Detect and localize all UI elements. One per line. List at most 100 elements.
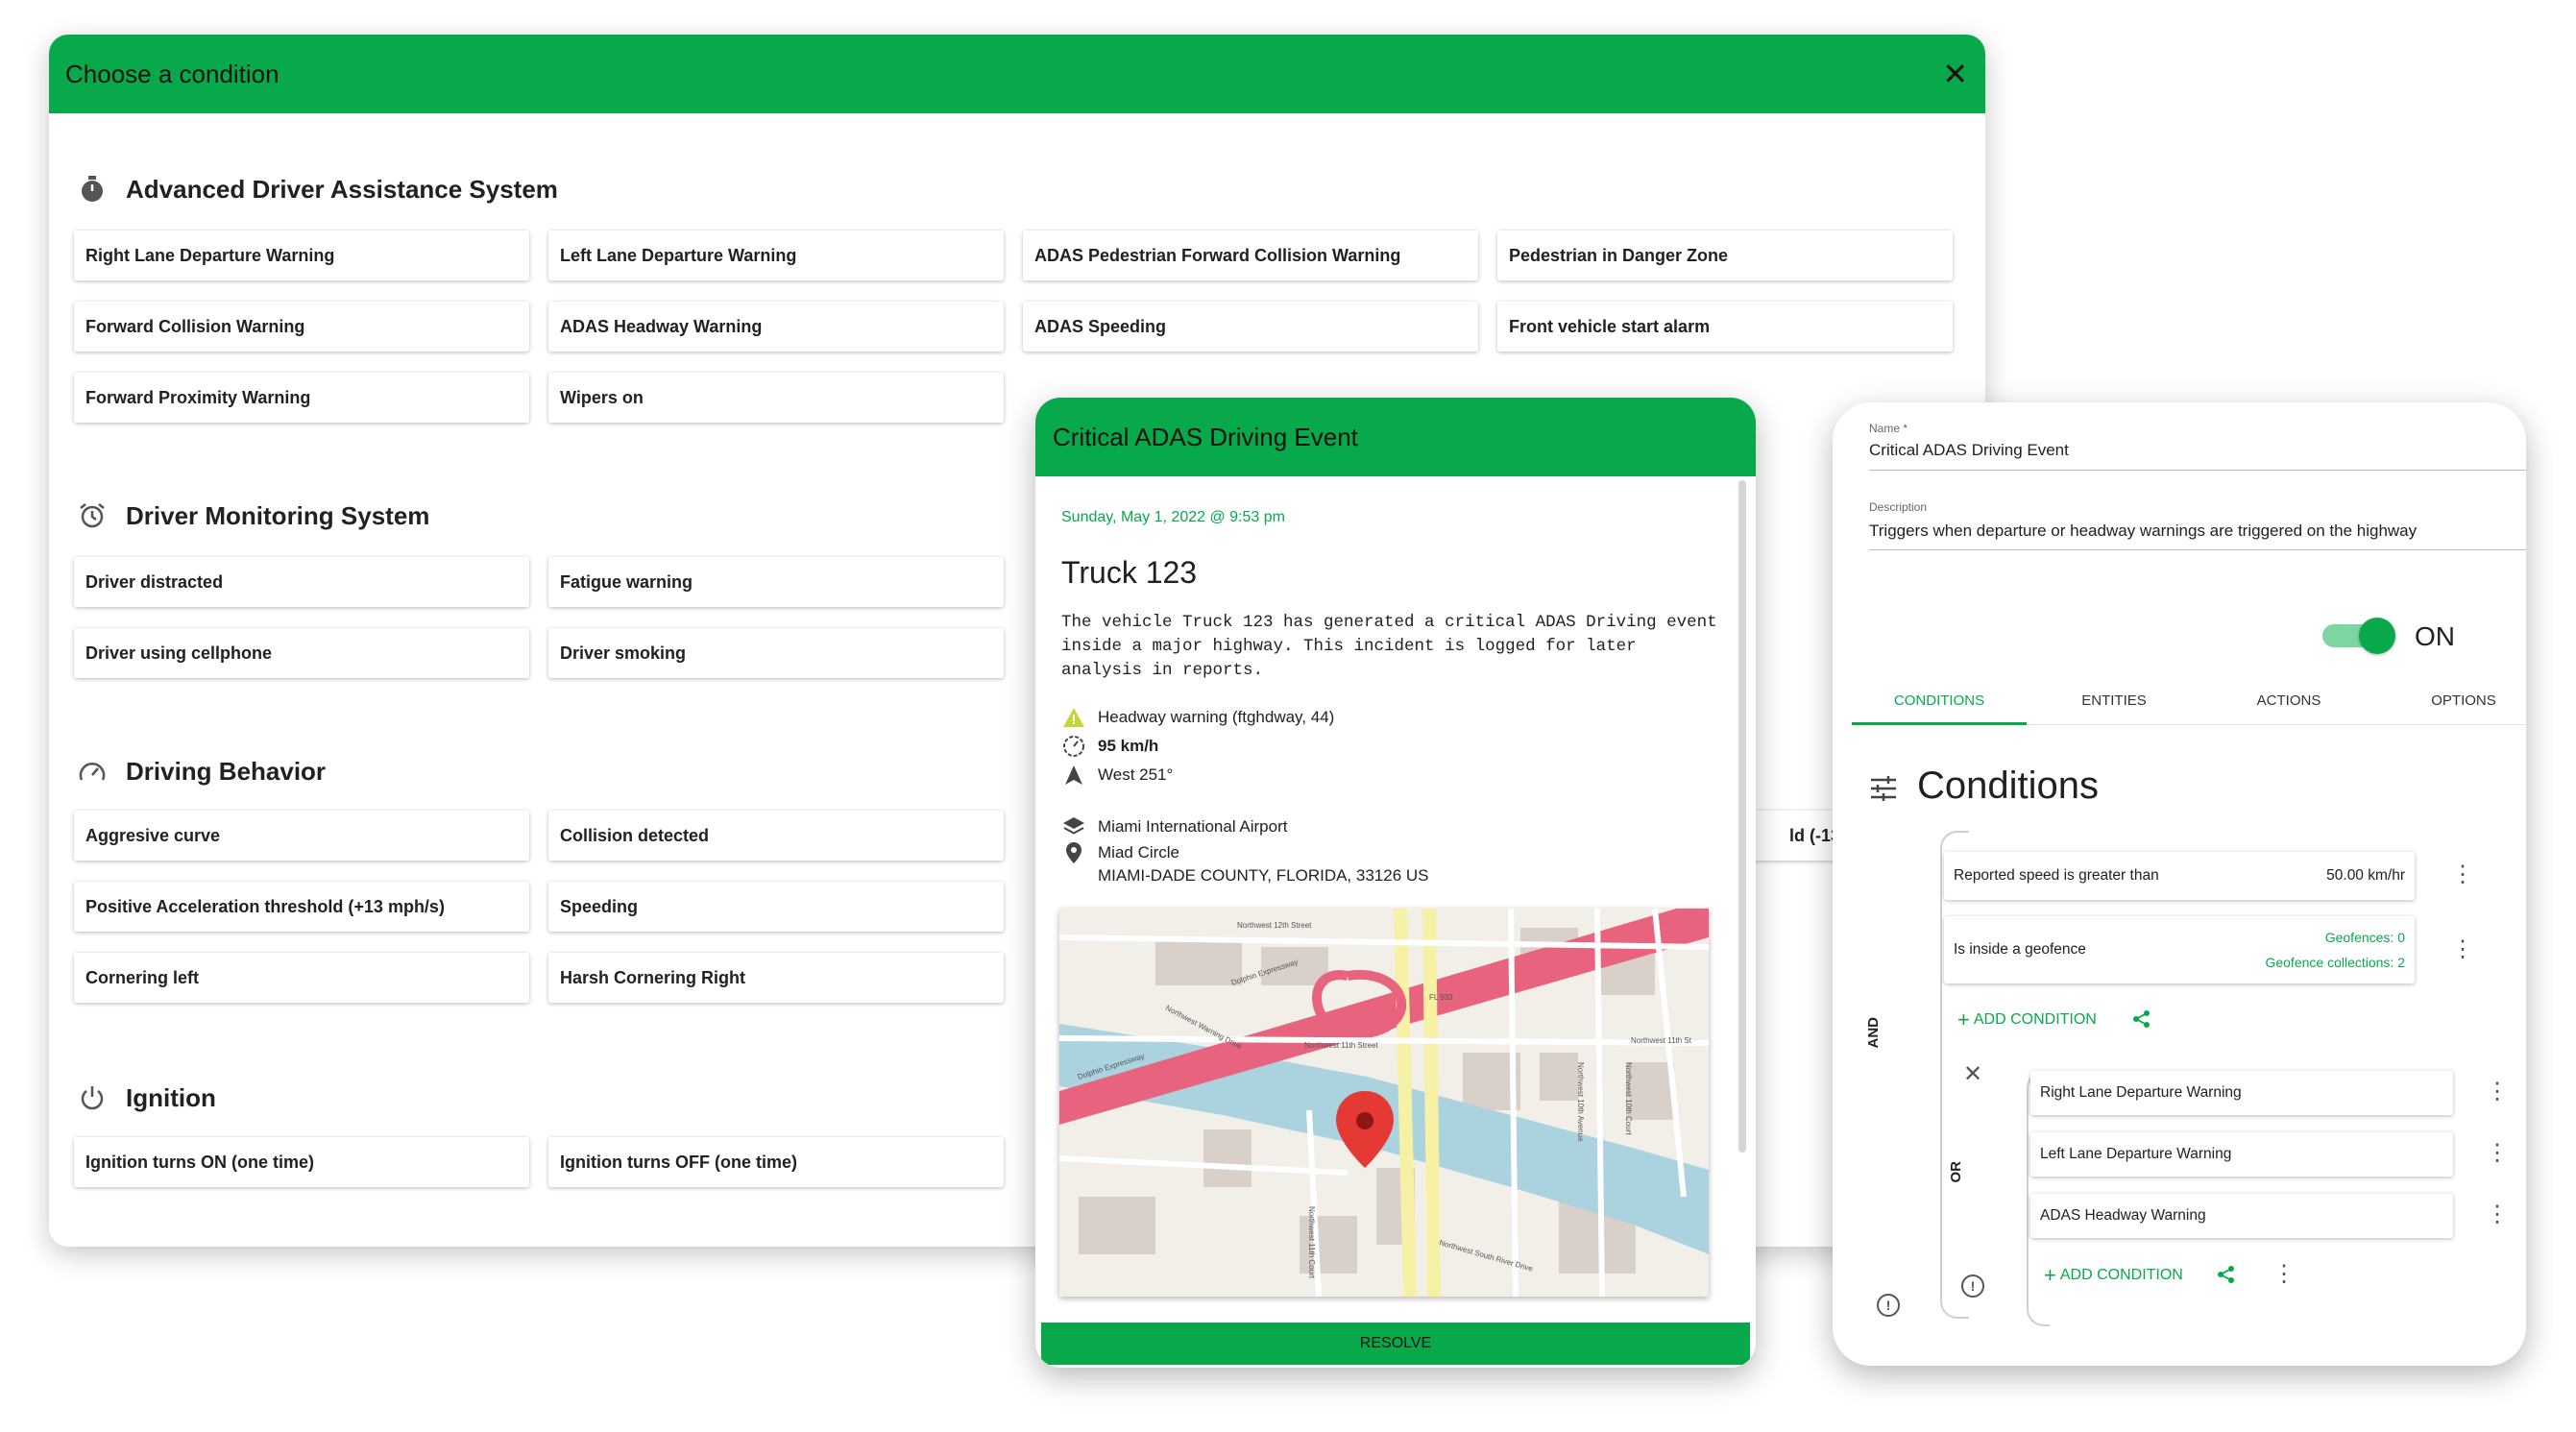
- add-condition-label: ADD CONDITION: [2059, 1267, 2183, 1283]
- and-label: AND: [1863, 1017, 1884, 1049]
- tune-icon: [1869, 775, 1898, 807]
- enabled-toggle[interactable]: [2322, 618, 2399, 654]
- or-condition[interactable]: Left Lane Departure Warning: [2030, 1132, 2453, 1177]
- speedometer-icon: [76, 755, 109, 788]
- condition-tile[interactable]: Right Lane Departure Warning: [74, 231, 529, 280]
- more-icon[interactable]: ⋮: [2451, 863, 2474, 886]
- condition-tile[interactable]: ADAS Headway Warning: [548, 302, 1004, 352]
- speed-row: 95 km/h: [1061, 734, 1158, 759]
- share-icon[interactable]: [2217, 1265, 2236, 1289]
- map-label: Northwest 11th Court: [1307, 1206, 1316, 1279]
- dialog-header: Choose a condition ✕: [49, 35, 1985, 113]
- alarm-clock-icon: [76, 499, 109, 532]
- map-label: Northwest 10th Avenue: [1576, 1062, 1585, 1142]
- tab-actions[interactable]: ACTIONS: [2201, 692, 2376, 709]
- tab-indicator: [1852, 722, 2027, 725]
- or-condition[interactable]: ADAS Headway Warning: [2030, 1194, 2453, 1238]
- tab-options[interactable]: OPTIONS: [2376, 692, 2526, 709]
- condition-tile[interactable]: Ignition turns ON (one time): [74, 1137, 529, 1187]
- location-pin-icon: [1061, 840, 1086, 865]
- condition-tile[interactable]: Fatigue warning: [548, 557, 1004, 607]
- condition-tile[interactable]: Aggresive curve: [74, 811, 529, 861]
- rule-editor-card: Name * Critical ADAS Driving Event Descr…: [1833, 402, 2526, 1366]
- warning-text: Headway warning (ftghdway, 44): [1098, 708, 1335, 726]
- condition-tile[interactable]: Wipers on: [548, 373, 1004, 423]
- close-icon[interactable]: ✕: [1942, 59, 1968, 89]
- description-underline: [1869, 549, 2526, 550]
- more-icon[interactable]: ⋮: [2486, 1142, 2509, 1165]
- condition-geofence[interactable]: Is inside a geofence Geofences: 0 Geofen…: [1944, 916, 2415, 983]
- plus-icon: +: [1957, 1007, 1970, 1032]
- warning-icon: [1061, 705, 1086, 730]
- map-label: Northwest 11th St: [1631, 1036, 1692, 1045]
- more-icon[interactable]: ⋮: [2486, 1203, 2509, 1226]
- condition-tile[interactable]: Forward Proximity Warning: [74, 373, 529, 423]
- share-icon[interactable]: [2132, 1009, 2151, 1033]
- map-canvas[interactable]: Northwest 12th Street Northwest 11th Str…: [1059, 909, 1709, 1297]
- name-label: Name *: [1869, 422, 1908, 435]
- toggle-label: ON: [2415, 621, 2455, 651]
- or-condition[interactable]: Right Lane Departure Warning: [2030, 1071, 2453, 1115]
- toggle-knob: [2359, 618, 2395, 654]
- conditions-title: Conditions: [1917, 765, 2100, 807]
- remove-group-icon[interactable]: ✕: [1963, 1063, 1982, 1086]
- power-icon: [76, 1081, 109, 1114]
- condition-tile[interactable]: Speeding: [548, 882, 1004, 932]
- section-adas: Advanced Driver Assistance System: [76, 173, 558, 206]
- condition-tile[interactable]: Driver using cellphone: [74, 628, 529, 678]
- description-label: Description: [1869, 500, 1928, 514]
- event-date: Sunday, May 1, 2022 @ 9:53 pm: [1061, 509, 1285, 525]
- place-text: Miami International Airport: [1098, 817, 1288, 836]
- heading-row: West 251°: [1061, 763, 1173, 788]
- name-field[interactable]: Critical ADAS Driving Event: [1869, 441, 2069, 460]
- dialog-title: Choose a condition: [65, 59, 279, 88]
- section-ignition: Ignition: [76, 1081, 216, 1114]
- map-label: Northwest 10th Court: [1624, 1062, 1633, 1135]
- add-condition-button[interactable]: + ADD CONDITION: [1957, 1007, 2097, 1032]
- condition-tile[interactable]: Pedestrian in Danger Zone: [1497, 231, 1953, 280]
- or-label-text: OR: [1948, 1161, 1964, 1183]
- tab-conditions[interactable]: CONDITIONS: [1852, 692, 2027, 709]
- condition-value: 50.00 km/hr: [2326, 867, 2405, 884]
- description-field[interactable]: Triggers when departure or headway warni…: [1869, 522, 2417, 541]
- condition-tile[interactable]: Driver smoking: [548, 628, 1004, 678]
- more-icon[interactable]: ⋮: [2272, 1263, 2296, 1286]
- street-text: Miad Circle: [1098, 843, 1180, 862]
- condition-tile[interactable]: Left Lane Departure Warning: [548, 231, 1004, 280]
- condition-tile[interactable]: Driver distracted: [74, 557, 529, 607]
- more-icon[interactable]: ⋮: [2486, 1080, 2509, 1104]
- event-description: The vehicle Truck 123 has generated a cr…: [1061, 613, 1717, 680]
- condition-tile[interactable]: Cornering left: [74, 953, 529, 1003]
- condition-speed[interactable]: Reported speed is greater than 50.00 km/…: [1944, 852, 2415, 900]
- stopwatch-icon: [76, 173, 109, 206]
- event-detail-card: Critical ADAS Driving Event Sunday, May …: [1035, 398, 1756, 1368]
- speedometer-icon: [1061, 734, 1086, 759]
- info-icon[interactable]: !: [1961, 1274, 1984, 1298]
- add-condition-button[interactable]: + ADD CONDITION: [2044, 1263, 2183, 1288]
- and-label-text: AND: [1865, 1017, 1882, 1049]
- map-label: Northwest 11th Street: [1304, 1041, 1379, 1050]
- scrollbar[interactable]: [1738, 480, 1746, 1153]
- condition-tile[interactable]: Collision detected: [548, 811, 1004, 861]
- plus-icon: +: [2044, 1263, 2056, 1287]
- condition-tile[interactable]: Front vehicle start alarm: [1497, 302, 1953, 352]
- map-label: Northwest 12th Street: [1237, 921, 1312, 930]
- add-condition-label: ADD CONDITION: [1973, 1011, 2097, 1028]
- heading-text: West 251°: [1098, 765, 1174, 784]
- condition-tile[interactable]: Positive Acceleration threshold (+13 mph…: [74, 882, 529, 932]
- condition-tile[interactable]: ADAS Speeding: [1023, 302, 1478, 352]
- event-map[interactable]: Northwest 12th Street Northwest 11th Str…: [1059, 909, 1709, 1297]
- more-icon[interactable]: ⋮: [2451, 938, 2474, 961]
- section-dms: Driver Monitoring System: [76, 499, 429, 532]
- condition-tile[interactable]: ADAS Pedestrian Forward Collision Warnin…: [1023, 231, 1478, 280]
- geofence-counts: Geofences: 0 Geofence collections: 2: [2265, 925, 2405, 975]
- vehicle-name: Truck 123: [1061, 555, 1198, 590]
- info-icon[interactable]: !: [1877, 1294, 1900, 1317]
- condition-tile[interactable]: Ignition turns OFF (one time): [548, 1137, 1004, 1187]
- map-label: FL 933: [1429, 993, 1453, 1002]
- resolve-button[interactable]: RESOLVE: [1041, 1323, 1750, 1365]
- tab-entities[interactable]: ENTITIES: [2027, 692, 2201, 709]
- condition-tile[interactable]: Forward Collision Warning: [74, 302, 529, 352]
- or-label: OR: [1946, 1161, 1967, 1183]
- condition-tile[interactable]: Harsh Cornering Right: [548, 953, 1004, 1003]
